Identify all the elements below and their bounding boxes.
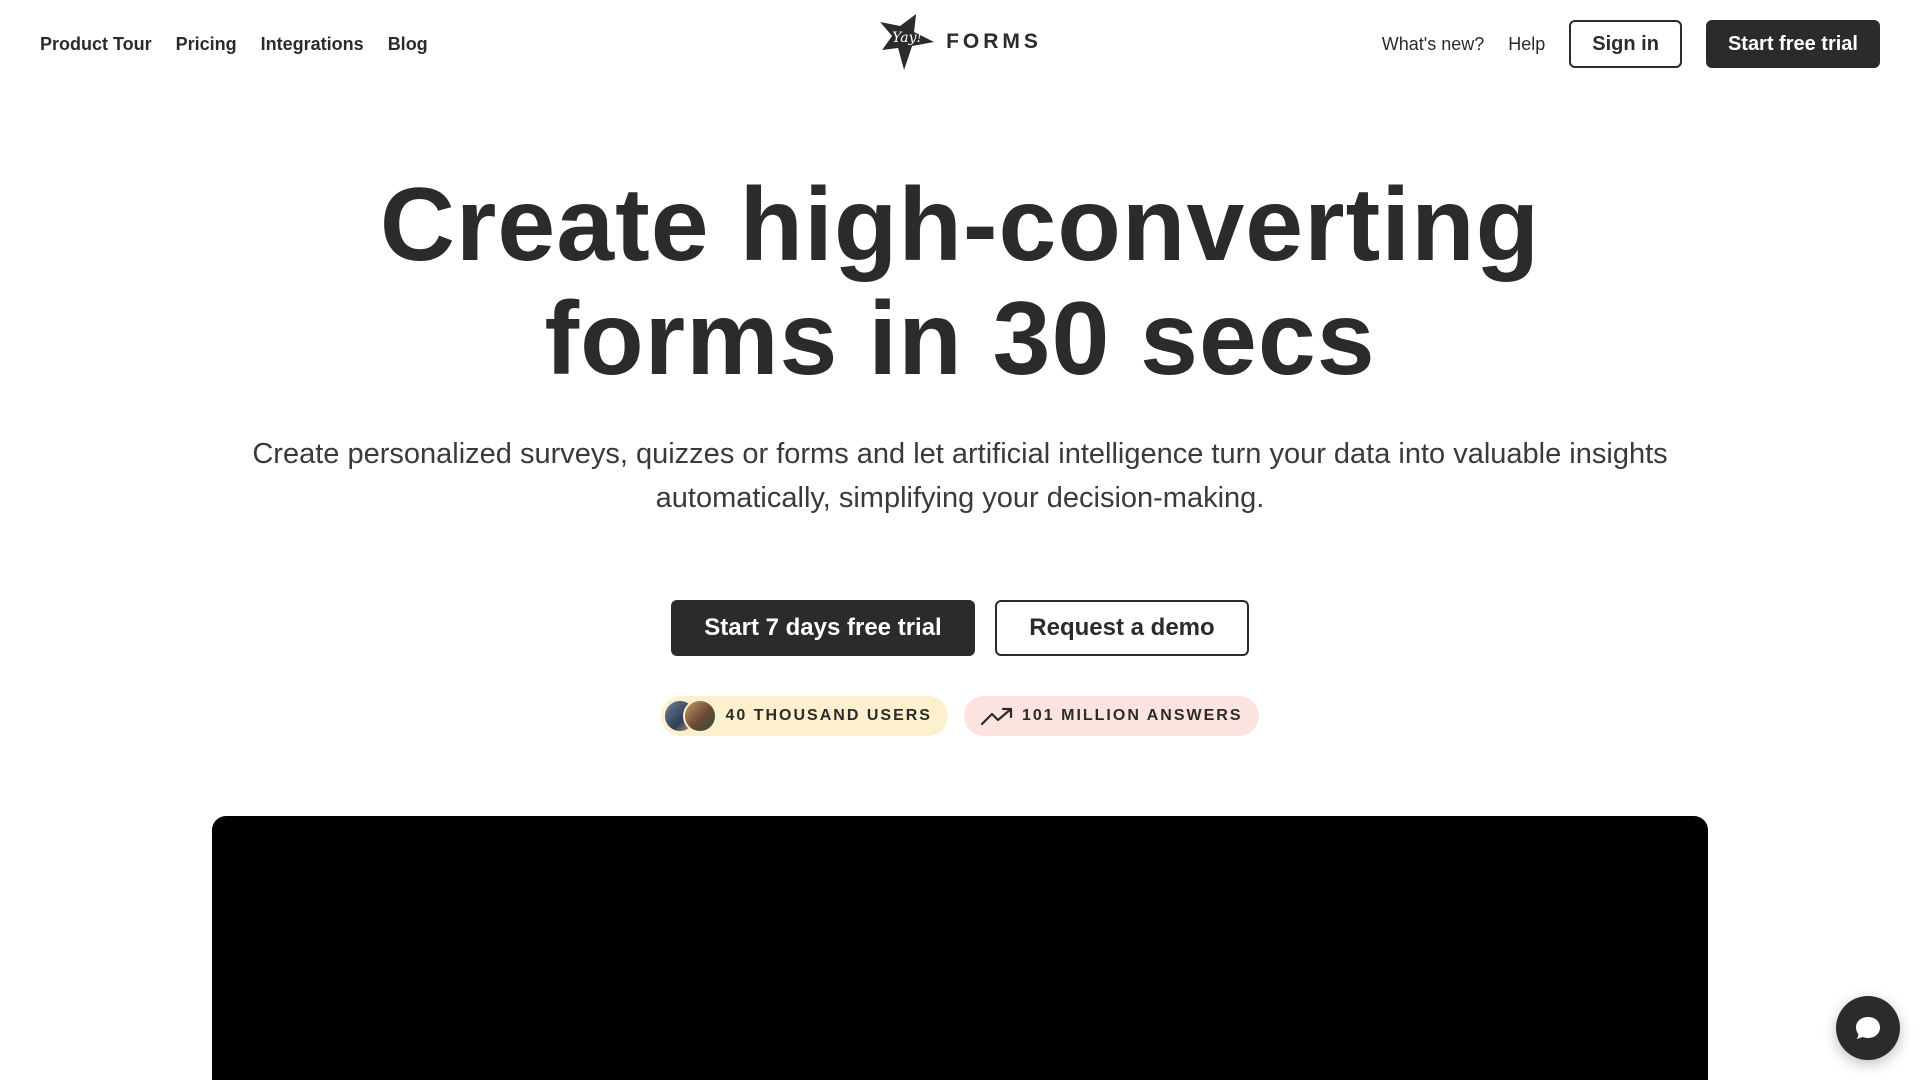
trending-up-icon — [980, 707, 1013, 726]
hero-title-line-1: Create high-converting — [379, 167, 1541, 283]
stats-badges: 40 THOUSAND USERS 101 MILLION ANSWERS — [0, 696, 1920, 736]
hero-subtitle-line-1: Create personalized surveys, quizzes or … — [252, 438, 1668, 470]
avatar — [683, 699, 718, 733]
primary-nav: Product Tour Pricing Integrations Blog — [40, 34, 428, 55]
nav-blog[interactable]: Blog — [388, 34, 428, 55]
sign-in-button[interactable]: Sign in — [1569, 20, 1682, 68]
request-demo-button[interactable]: Request a demo — [995, 600, 1249, 656]
answers-stat-label: 101 MILLION ANSWERS — [1021, 707, 1243, 724]
users-stat-badge: 40 THOUSAND USERS — [661, 696, 948, 736]
answers-stat-badge: 101 MILLION ANSWERS — [963, 696, 1259, 736]
hero-subtitle-line-2: automatically, simplifying your decision… — [655, 482, 1265, 514]
chat-bubble-icon — [1856, 1017, 1880, 1039]
start-free-trial-button[interactable]: Start free trial — [1705, 20, 1880, 68]
user-avatars — [663, 699, 718, 733]
top-nav: Product Tour Pricing Integrations Blog Y… — [0, 0, 1920, 88]
whats-new-link[interactable]: What's new? — [1382, 34, 1484, 55]
svg-text:Yay!: Yay! — [892, 30, 922, 46]
page: Product Tour Pricing Integrations Blog Y… — [0, 0, 1920, 1080]
chat-launcher-button[interactable] — [1836, 996, 1900, 1060]
hero-subtitle: Create personalized surveys, quizzes or … — [0, 432, 1920, 520]
users-stat-label: 40 THOUSAND USERS — [725, 707, 932, 724]
nav-product-tour[interactable]: Product Tour — [40, 34, 152, 55]
brand-wordmark: FORMS — [946, 30, 1042, 53]
help-link[interactable]: Help — [1508, 34, 1545, 55]
brand-logo[interactable]: Yay! FORMS — [878, 12, 1042, 72]
nav-pricing[interactable]: Pricing — [176, 34, 237, 55]
product-video-player[interactable] — [212, 816, 1708, 1080]
hero-title: Create high-converting forms in 30 secs — [0, 168, 1920, 396]
star-logo-icon: Yay! — [880, 14, 935, 70]
cta-row: Start 7 days free trial Request a demo — [0, 600, 1920, 656]
account-nav: What's new? Help Sign in Start free tria… — [1382, 20, 1880, 68]
hero-title-line-2: forms in 30 secs — [544, 281, 1376, 397]
start-7-days-trial-button[interactable]: Start 7 days free trial — [671, 600, 975, 656]
nav-integrations[interactable]: Integrations — [261, 34, 364, 55]
